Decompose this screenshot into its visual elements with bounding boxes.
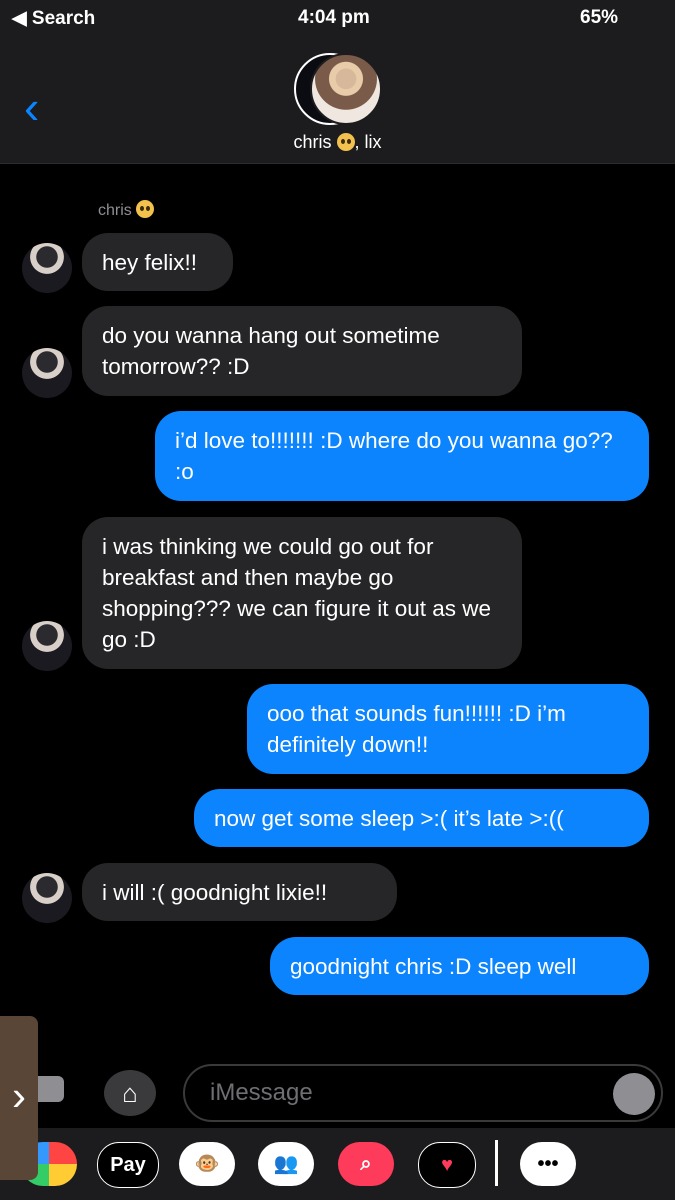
- image-search-icon[interactable]: ⌕: [338, 1142, 394, 1186]
- tray-divider: [495, 1140, 498, 1186]
- sender-avatar: [22, 348, 72, 398]
- battery-percent: 65%: [580, 7, 619, 28]
- contact-name[interactable]: chris , lix: [0, 132, 675, 153]
- app-tray: Pay 🐵 👥 ⌕ ♥ •••: [0, 1128, 675, 1200]
- sender-avatar: [22, 243, 72, 293]
- message-thread: chris hey felix!! do you wanna hang out …: [0, 163, 675, 1058]
- status-bar: ◀ Search 4:04 pm 65%: [0, 0, 675, 36]
- sender-avatar: [22, 621, 72, 671]
- animoji-icon[interactable]: 🐵: [179, 1142, 235, 1186]
- back-to-app-link[interactable]: ◀ Search: [12, 7, 95, 30]
- clock: 4:04 pm: [298, 7, 370, 28]
- message-input-placeholder: iMessage: [210, 1079, 313, 1106]
- message-bubble-outgoing[interactable]: now get some sleep >:( it’s late >:((: [194, 789, 649, 847]
- audio-message-icon[interactable]: [613, 1073, 655, 1115]
- group-avatar[interactable]: [294, 53, 382, 127]
- side-drawer-handle[interactable]: ›: [0, 1016, 38, 1180]
- message-bubble-outgoing[interactable]: goodnight chris :D sleep well: [270, 937, 649, 995]
- sender-avatar: [22, 873, 72, 923]
- avatar-front: [310, 53, 382, 125]
- app-store-icon[interactable]: ⌂: [104, 1070, 156, 1116]
- composer-bar: ⌂ iMessage: [0, 1058, 675, 1128]
- message-input[interactable]: iMessage: [183, 1064, 663, 1122]
- pleading-face-icon: [336, 133, 355, 151]
- sender-label: chris: [98, 200, 155, 220]
- message-bubble-outgoing[interactable]: i’d love to!!!!!!! :D where do you wanna…: [155, 411, 649, 501]
- digital-touch-icon[interactable]: ♥: [418, 1142, 476, 1188]
- apple-pay-button[interactable]: Pay: [97, 1142, 159, 1188]
- more-icon[interactable]: •••: [520, 1142, 576, 1186]
- message-bubble-incoming[interactable]: i will :( goodnight lixie!!: [82, 863, 397, 921]
- message-bubble-incoming[interactable]: i was thinking we could go out for break…: [82, 517, 522, 669]
- message-bubble-outgoing[interactable]: ooo that sounds fun!!!!!! :D i’m definit…: [247, 684, 649, 774]
- conversation-header: ‹ chris , lix: [0, 36, 675, 164]
- back-chevron-icon[interactable]: ‹: [24, 84, 39, 130]
- memoji-icon[interactable]: 👥: [258, 1142, 314, 1186]
- message-bubble-incoming[interactable]: hey felix!!: [82, 233, 233, 291]
- message-bubble-incoming[interactable]: do you wanna hang out sometime tomorrow?…: [82, 306, 522, 396]
- pleading-face-icon: [136, 200, 155, 218]
